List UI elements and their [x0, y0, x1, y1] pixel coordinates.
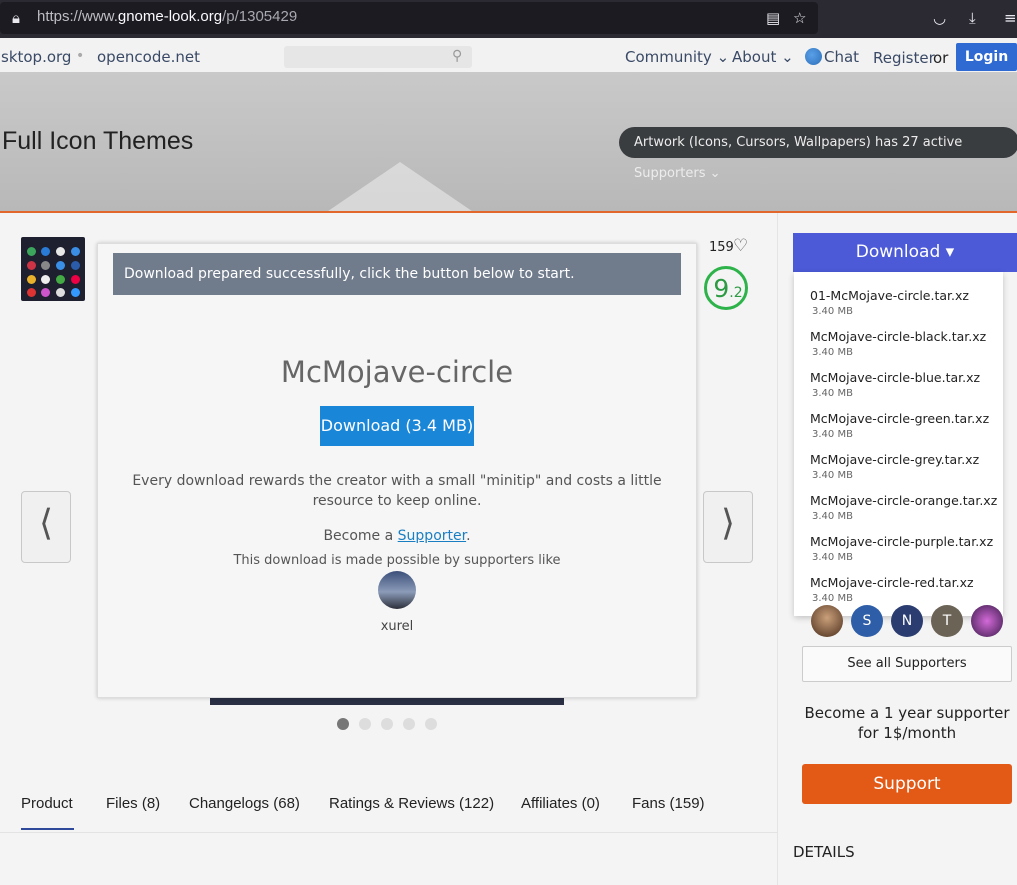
see-all-supporters-button[interactable]: See all Supporters — [802, 646, 1012, 682]
download-file-item[interactable]: McMojave-circle-red.tar.xz — [810, 575, 974, 590]
download-file-size: 3.40 MB — [812, 552, 853, 563]
supporters-note: This download is made possible by suppor… — [233, 553, 561, 568]
nav-or: or — [933, 49, 949, 67]
download-file-size: 3.40 MB — [812, 593, 853, 604]
gallery-dot[interactable] — [403, 718, 415, 730]
gallery-next-button[interactable]: ⟩ — [703, 491, 753, 563]
nav-chat[interactable]: Chat — [824, 48, 859, 66]
product-thumbnail[interactable] — [21, 237, 85, 301]
search-icon[interactable]: ⚲ — [452, 48, 462, 64]
avatar[interactable]: N — [891, 605, 923, 637]
support-button[interactable]: Support — [802, 764, 1012, 804]
download-file-size: 3.40 MB — [812, 306, 853, 317]
supporter-link[interactable]: Supporter — [398, 528, 466, 544]
tab-fans[interactable]: Fans (159) — [632, 795, 705, 812]
score-value: 9.2 — [713, 274, 743, 303]
gallery-dot[interactable] — [381, 718, 393, 730]
avatar[interactable] — [378, 571, 416, 609]
nav-link-opencode[interactable]: opencode.net — [97, 48, 200, 66]
url-text[interactable]: https://www.gnome-look.org/p/1305429 — [37, 8, 297, 25]
chevron-left-icon: ⟨ — [38, 503, 54, 544]
nav-link-desktop[interactable]: sktop.org — [1, 48, 71, 66]
chat-icon[interactable] — [805, 48, 822, 65]
download-file-item[interactable]: McMojave-circle-green.tar.xz — [810, 411, 989, 426]
nav-community[interactable]: Community ⌄ — [625, 48, 729, 66]
tab-affiliates[interactable]: Affiliates (0) — [521, 795, 600, 812]
search-input[interactable] — [284, 46, 472, 68]
nav-about[interactable]: About ⌄ — [732, 48, 794, 66]
tab-changelogs[interactable]: Changelogs (68) — [189, 795, 300, 812]
avatar[interactable]: T — [931, 605, 963, 637]
download-file-size: 3.40 MB — [812, 347, 853, 358]
download-menu — [794, 272, 1003, 616]
gallery-dot[interactable] — [359, 718, 371, 730]
page-title: Full Icon Themes — [2, 127, 194, 155]
supporter-name[interactable]: xurel — [97, 619, 697, 634]
avatar[interactable] — [811, 605, 843, 637]
tab-ratings[interactable]: Ratings & Reviews (122) — [329, 795, 494, 812]
download-file-size: 3.40 MB — [812, 470, 853, 481]
download-file-item[interactable]: McMojave-circle-orange.tar.xz — [810, 493, 997, 508]
gallery-dot[interactable] — [425, 718, 437, 730]
download-icon[interactable]: ⤓ — [969, 9, 976, 27]
modal-banner: Download prepared successfully, click th… — [113, 253, 681, 295]
download-file-item[interactable]: McMojave-circle-purple.tar.xz — [810, 534, 993, 549]
download-file-size: 3.40 MB — [812, 429, 853, 440]
nav-register[interactable]: Register — [873, 49, 935, 67]
hero-decoration — [180, 162, 620, 212]
tab-files[interactable]: Files (8) — [106, 795, 160, 812]
modal-title: McMojave-circle — [280, 355, 514, 389]
download-file-size: 3.40 MB — [812, 388, 853, 399]
menu-icon[interactable]: ≡ — [1004, 9, 1017, 27]
gallery-prev-button[interactable]: ⟨ — [21, 491, 71, 563]
modal-note: Every download rewards the creator with … — [132, 473, 662, 509]
nav-separator: • — [76, 48, 85, 64]
lock-icon[interactable]: 🔒︎ — [12, 9, 20, 27]
download-file-item[interactable]: McMojave-circle-black.tar.xz — [810, 329, 986, 344]
download-file-size: 3.40 MB — [812, 511, 853, 522]
supporters-pill[interactable]: Artwork (Icons, Cursors, Wallpapers) has… — [619, 127, 1017, 181]
active-tab-indicator — [21, 828, 74, 830]
reader-icon[interactable]: ▤ — [766, 9, 780, 27]
supporter-offer-text: Become a 1 year supporter for 1$/month — [804, 704, 1010, 742]
gallery-dot[interactable] — [337, 718, 349, 730]
login-button[interactable]: Login — [956, 43, 1017, 71]
star-icon[interactable]: ☆ — [793, 9, 806, 27]
heart-icon[interactable]: ♡ — [733, 236, 748, 256]
avatar[interactable]: S — [851, 605, 883, 637]
chevron-right-icon: ⟩ — [720, 503, 736, 544]
pocket-icon[interactable]: ◡ — [933, 9, 946, 27]
modal-download-button[interactable]: Download (3.4 MB) — [320, 406, 474, 446]
gallery-image-edge — [210, 697, 564, 705]
download-file-item[interactable]: McMojave-circle-grey.tar.xz — [810, 452, 979, 467]
become-supporter-line: Become a Supporter. — [323, 528, 471, 544]
details-heading: DETAILS — [793, 843, 855, 861]
avatar[interactable] — [971, 605, 1003, 637]
download-dropdown-button[interactable]: Download ▾ — [793, 233, 1017, 272]
download-file-item[interactable]: 01-McMojave-circle.tar.xz — [810, 288, 969, 303]
download-file-item[interactable]: McMojave-circle-blue.tar.xz — [810, 370, 980, 385]
likes-count: 159 — [709, 240, 734, 255]
tab-product[interactable]: Product — [21, 795, 73, 812]
